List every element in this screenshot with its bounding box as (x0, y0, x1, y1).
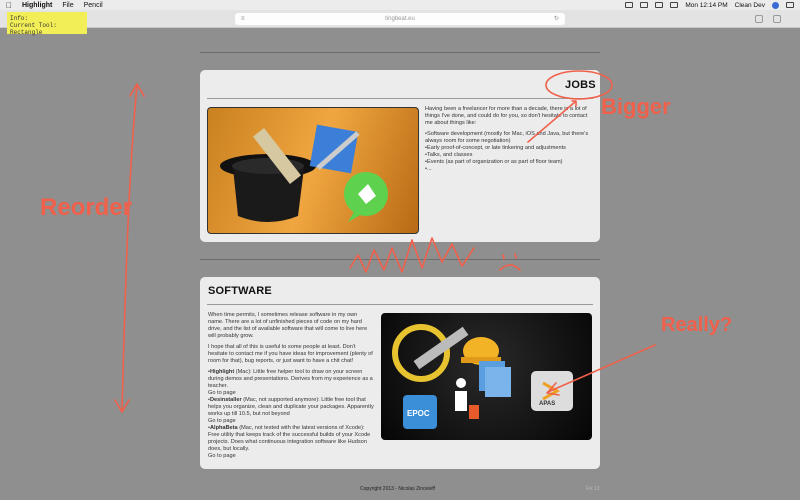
reorder-arrow (121, 84, 138, 411)
really-arrow (547, 344, 656, 393)
annotation-zigzag (349, 237, 475, 273)
annotation-bigger: Bigger (601, 94, 671, 119)
annotation-really: Really? (661, 314, 733, 336)
annotation-arrow (527, 101, 576, 143)
sad-face-eyes (502, 253, 517, 260)
annotation-overlay (114, 70, 656, 413)
sad-face-mouth (499, 264, 521, 271)
annotation-reorder: Reorder (40, 194, 133, 221)
